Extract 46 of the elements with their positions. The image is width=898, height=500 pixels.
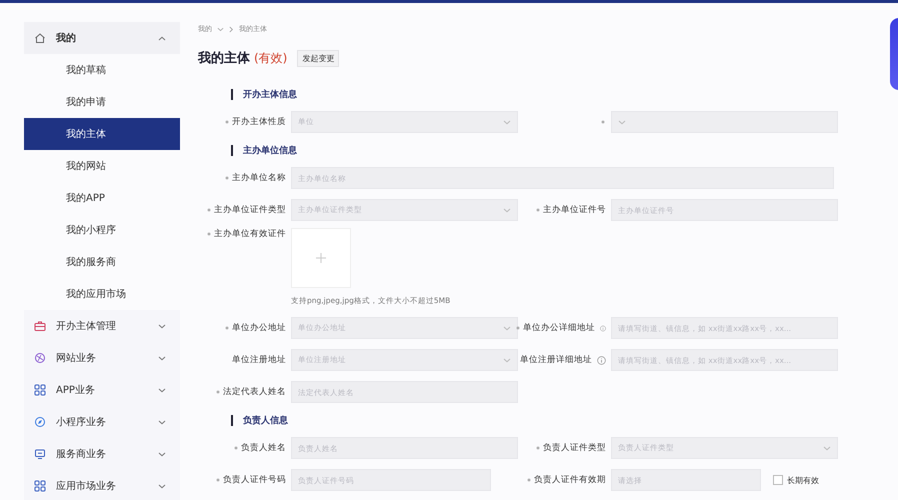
chevron-down-icon [503, 208, 511, 212]
chevron-right-icon [229, 26, 234, 32]
field-label: 单位注册详细地址 [520, 354, 592, 366]
field-label: 法定代表人姓名 [223, 386, 286, 398]
chevron-down-icon [823, 446, 831, 450]
chevron-down-icon [618, 120, 626, 124]
section-title: 负责人信息 [243, 414, 288, 426]
field-label: 主办单位有效证件 [214, 228, 286, 240]
field-label: 单位办公地址 [232, 322, 286, 334]
chevron-down-icon [503, 358, 511, 362]
field-label: 负责人姓名 [241, 442, 286, 454]
change-button[interactable]: 发起变更 [297, 50, 340, 66]
chevron-down-icon [503, 326, 511, 330]
upload-button[interactable] [291, 228, 351, 288]
chevron-icon [158, 484, 166, 488]
chevron-icon [158, 324, 166, 328]
sidebar-item[interactable]: 我的主体 [24, 118, 180, 150]
field-label: 开办主体性质 [232, 116, 286, 128]
status-label: (有效) [254, 50, 288, 66]
field-label: 负责人证件有效期 [534, 474, 606, 486]
field-label: 主办单位名称 [232, 172, 286, 184]
sidebar-item[interactable]: 我的 [24, 22, 180, 54]
field-label: 单位办公详细地址 [523, 322, 595, 334]
field-label: 主办单位证件类型 [214, 204, 286, 216]
section-title: 主办单位信息 [243, 144, 297, 156]
chevron-down-icon [503, 120, 511, 124]
checkbox[interactable]: 长期有效 [773, 474, 819, 486]
chevron-down-icon [217, 26, 224, 32]
field-label: 负责人证件号码 [223, 474, 286, 486]
chevron-icon [158, 356, 166, 360]
home-icon [34, 32, 46, 44]
grid-icon [34, 480, 46, 492]
page-title: 我的主体 [198, 50, 250, 67]
chevron-icon [158, 420, 166, 424]
chevron-icon [158, 36, 166, 40]
briefcase-icon [34, 320, 46, 332]
section-title: 开办主体信息 [243, 88, 297, 100]
plus-icon [316, 253, 326, 263]
compass-icon [34, 416, 46, 428]
field-label: 负责人证件类型 [543, 442, 606, 454]
grid-icon [34, 384, 46, 396]
field-label: 单位注册地址 [232, 354, 286, 366]
field-label: 主办单位证件号 [543, 204, 606, 216]
chevron-icon [158, 388, 166, 392]
select-field[interactable] [611, 111, 838, 133]
chevron-icon [158, 452, 166, 456]
